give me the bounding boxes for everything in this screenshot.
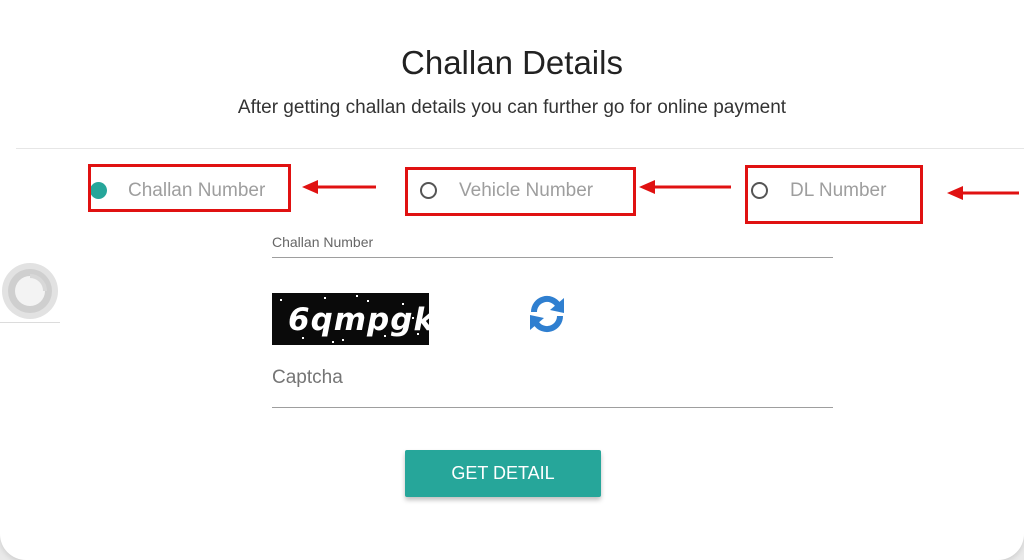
loader-divider	[0, 322, 60, 323]
header-divider	[16, 148, 1024, 149]
page-subtitle: After getting challan details you can fu…	[237, 97, 787, 118]
get-detail-button[interactable]: GET DETAIL	[405, 450, 601, 497]
challan-number-field-label: Challan Number	[272, 234, 374, 250]
captcha-input-underline	[272, 407, 833, 408]
annotation-arrow-icon	[639, 180, 731, 194]
page-title: Challan Details	[401, 44, 623, 81]
annotation-arrow-icon	[302, 180, 376, 194]
annotation-box-challan	[88, 164, 291, 212]
captcha-text: 6qmpgk	[288, 302, 429, 338]
annotation-arrow-icon	[947, 186, 1019, 200]
captcha-image: 6qmpgk	[272, 293, 429, 345]
annotation-box-dl	[745, 165, 923, 224]
challan-details-card: Challan Details After getting challan de…	[0, 0, 1024, 560]
loading-spinner-icon	[2, 263, 58, 319]
refresh-icon[interactable]	[527, 294, 567, 334]
annotation-box-vehicle	[405, 167, 636, 216]
challan-number-input[interactable]	[272, 257, 833, 258]
captcha-input[interactable]: Captcha	[272, 367, 343, 389]
